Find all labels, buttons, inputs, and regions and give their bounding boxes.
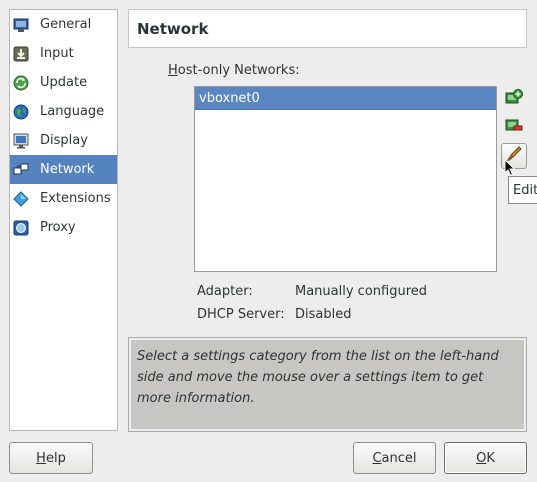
sidebar-item-extensions[interactable]: Extensions (10, 184, 117, 213)
sidebar-item-label: Language (40, 104, 105, 119)
sidebar-item-input[interactable]: Input (10, 39, 117, 68)
sidebar-item-display[interactable]: Display (10, 126, 117, 155)
display-monitor-icon (13, 133, 29, 149)
help-accelerator: H (36, 450, 46, 466)
sidebar-item-label: Extensions (40, 191, 111, 206)
dhcp-server-label: DHCP Server: (197, 307, 285, 322)
sidebar-item-network[interactable]: Network (10, 155, 117, 184)
extensions-diamond-icon (13, 190, 29, 207)
sidebar-item-update[interactable]: Update (10, 68, 117, 97)
sidebar-item-language[interactable]: Language (10, 97, 117, 126)
adapter-label: Adapter: (197, 284, 253, 299)
label-text: ost-only Networks: (177, 63, 300, 78)
cancel-label: ancel (381, 450, 417, 466)
ok-accelerator: O (476, 450, 487, 466)
page-header: Network (128, 9, 527, 48)
add-network-button[interactable] (502, 88, 526, 112)
monitor-icon (13, 17, 29, 33)
page-title: Network (137, 20, 209, 38)
sidebar-item-general[interactable]: General (10, 10, 117, 39)
globe-icon (13, 104, 29, 120)
sidebar-item-label: Network (40, 162, 95, 177)
cancel-button[interactable]: Cancel (353, 442, 436, 474)
network-icon (13, 162, 29, 178)
description-panel: Select a settings category from the list… (128, 337, 527, 432)
settings-category-list[interactable]: General Input Update Language Display Ne… (9, 9, 118, 431)
sidebar-item-label: Input (40, 46, 74, 61)
add-network-icon (505, 89, 523, 111)
ok-label: K (486, 450, 495, 466)
adapter-value: Manually configured (295, 284, 428, 299)
input-download-icon (13, 46, 29, 62)
host-only-networks-label: Host-only Networks: (168, 63, 300, 78)
host-only-networks-list[interactable]: vboxnet0 (194, 86, 497, 272)
sidebar-item-proxy[interactable]: Proxy (10, 213, 117, 242)
description-text: Select a settings category from the list… (131, 340, 524, 429)
cancel-accelerator: C (372, 450, 382, 466)
remove-network-icon (505, 116, 523, 138)
help-label: elp (45, 450, 66, 466)
sidebar-item-label: Proxy (40, 220, 76, 235)
update-refresh-icon (13, 75, 29, 91)
sidebar-item-label: Display (40, 133, 88, 148)
ok-button[interactable]: OK (444, 442, 527, 474)
label-accelerator: H (168, 63, 178, 78)
remove-network-button[interactable] (502, 115, 526, 139)
proxy-globe-icon (13, 220, 29, 236)
edit-tooltip: Edit (508, 176, 537, 204)
help-button[interactable]: Help (9, 442, 93, 474)
dhcp-server-value: Disabled (295, 307, 352, 322)
sidebar-item-label: Update (40, 75, 88, 90)
sidebar-item-label: General (40, 17, 92, 32)
list-item[interactable]: vboxnet0 (195, 87, 496, 110)
